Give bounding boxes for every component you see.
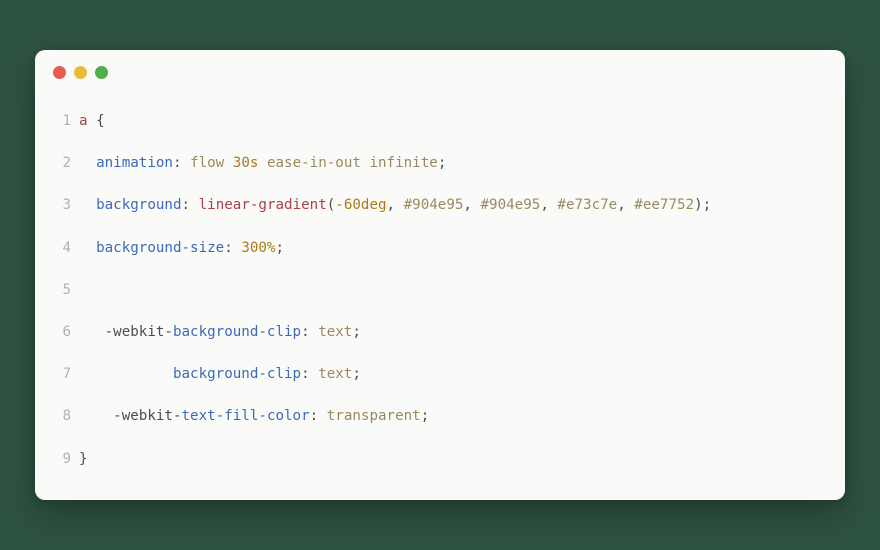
token: webkit-	[113, 324, 173, 340]
token: background-clip	[173, 324, 301, 340]
token: 300%	[241, 240, 275, 256]
line-number: 1	[49, 114, 71, 128]
line-number: 8	[49, 409, 71, 423]
code-line: 6 -webkit-background-clip: text;	[49, 311, 831, 353]
token: linear-gradient	[199, 197, 327, 213]
token: :	[182, 197, 191, 213]
token: #904e95	[404, 197, 464, 213]
token: ,	[540, 197, 549, 213]
token: :	[224, 240, 233, 256]
token	[79, 197, 96, 213]
token: ;	[421, 408, 430, 424]
code-line: 7 background-clip: text;	[49, 353, 831, 395]
token: #ee7752	[634, 197, 694, 213]
token	[79, 366, 173, 382]
token: background-size	[96, 240, 224, 256]
line-number: 9	[49, 452, 71, 466]
token: #e73c7e	[557, 197, 617, 213]
line-content: }	[71, 452, 88, 466]
line-content: -webkit-background-clip: text;	[71, 325, 361, 339]
code-line: 9}	[49, 438, 831, 480]
token: ;	[703, 197, 712, 213]
line-number: 4	[49, 241, 71, 255]
token: :	[301, 366, 310, 382]
token	[79, 240, 96, 256]
token: flow	[190, 155, 224, 171]
token: background-clip	[173, 366, 301, 382]
token: ,	[387, 197, 396, 213]
line-content	[71, 283, 88, 297]
code-window: 1a {2 animation: flow 30s ease-in-out in…	[35, 50, 845, 500]
token: )	[694, 197, 703, 213]
token	[626, 197, 635, 213]
token	[79, 155, 96, 171]
token: a	[79, 113, 88, 129]
code-line: 5	[49, 269, 831, 311]
token: }	[79, 451, 88, 467]
token	[224, 155, 233, 171]
token: ;	[438, 155, 447, 171]
token	[88, 113, 97, 129]
token: :	[301, 324, 310, 340]
token: infinite	[369, 155, 437, 171]
token: :	[173, 155, 182, 171]
token: -60deg	[335, 197, 386, 213]
token: ;	[352, 366, 361, 382]
line-number: 5	[49, 283, 71, 297]
token: transparent	[327, 408, 421, 424]
token: text	[318, 324, 352, 340]
token: text	[318, 366, 352, 382]
token	[395, 197, 404, 213]
line-number: 2	[49, 156, 71, 170]
token: webkit-	[122, 408, 182, 424]
token	[190, 197, 199, 213]
minimize-icon[interactable]	[74, 66, 87, 79]
token: background	[96, 197, 181, 213]
line-number: 3	[49, 198, 71, 212]
token: ease-in-out	[267, 155, 361, 171]
line-content: animation: flow 30s ease-in-out infinite…	[71, 156, 446, 170]
token	[472, 197, 481, 213]
token: ;	[352, 324, 361, 340]
code-block: 1a {2 animation: flow 30s ease-in-out in…	[35, 94, 845, 490]
code-line: 1a {	[49, 100, 831, 142]
token: {	[96, 113, 105, 129]
code-line: 2 animation: flow 30s ease-in-out infini…	[49, 142, 831, 184]
token	[258, 155, 267, 171]
token	[79, 324, 105, 340]
token: ,	[617, 197, 626, 213]
token: ;	[275, 240, 284, 256]
token: (	[327, 197, 336, 213]
token	[310, 324, 319, 340]
token	[79, 408, 113, 424]
token: text-fill-color	[182, 408, 310, 424]
token: -	[105, 324, 114, 340]
window-titlebar	[35, 50, 845, 94]
line-number: 6	[49, 325, 71, 339]
code-line: 4 background-size: 300%;	[49, 227, 831, 269]
token: -	[113, 408, 122, 424]
token: 30s	[233, 155, 259, 171]
token	[182, 155, 191, 171]
line-content: background-size: 300%;	[71, 241, 284, 255]
line-content: -webkit-text-fill-color: transparent;	[71, 409, 429, 423]
token	[79, 282, 88, 298]
line-content: background: linear-gradient(-60deg, #904…	[71, 198, 711, 212]
token: #904e95	[481, 197, 541, 213]
token: ,	[463, 197, 472, 213]
token: animation	[96, 155, 173, 171]
token: :	[310, 408, 319, 424]
code-line: 8 -webkit-text-fill-color: transparent;	[49, 395, 831, 437]
line-content: background-clip: text;	[71, 367, 361, 381]
line-content: a {	[71, 114, 105, 128]
token	[318, 408, 327, 424]
close-icon[interactable]	[53, 66, 66, 79]
line-number: 7	[49, 367, 71, 381]
zoom-icon[interactable]	[95, 66, 108, 79]
code-line: 3 background: linear-gradient(-60deg, #9…	[49, 184, 831, 226]
token	[310, 366, 319, 382]
